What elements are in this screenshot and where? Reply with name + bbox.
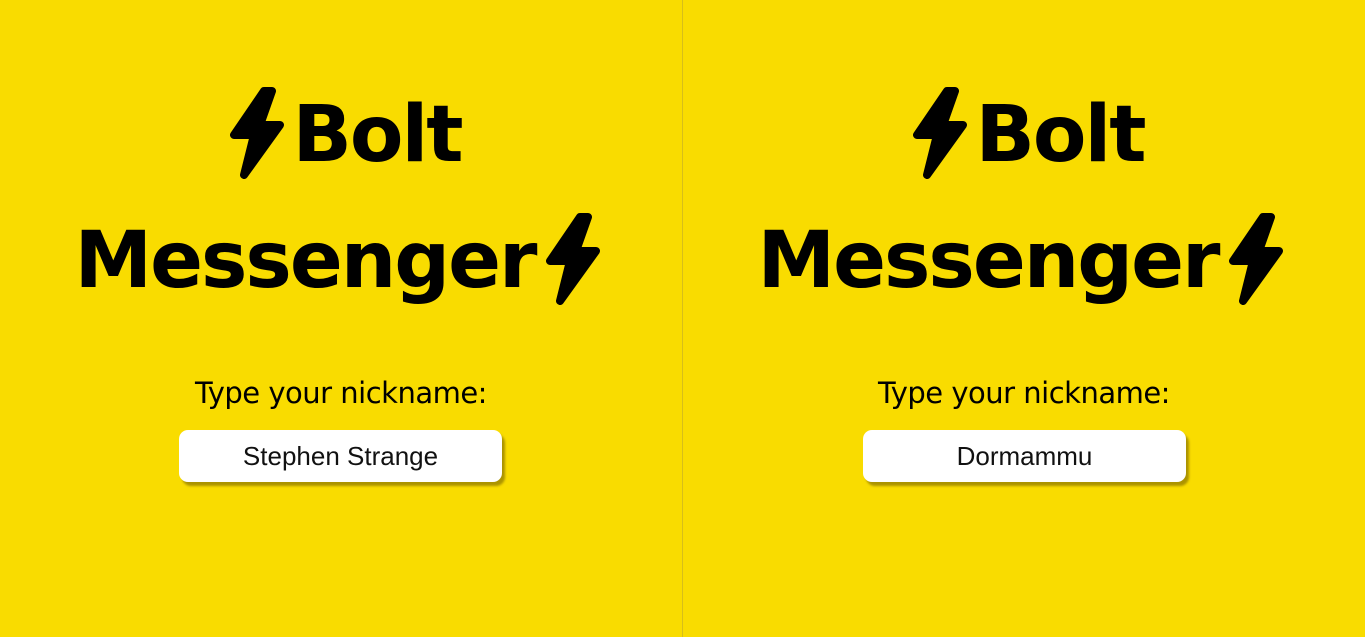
title-word-messenger: Messenger — [74, 216, 537, 306]
title-line-2: Messenger — [0, 198, 682, 324]
app-title: Bolt Messenger — [683, 72, 1365, 324]
lightning-bolt-icon — [540, 213, 604, 305]
title-line-1: Bolt — [683, 72, 1365, 198]
nickname-input[interactable] — [179, 430, 502, 482]
split-view: Bolt Messenger Type your nickname: Bolt … — [0, 0, 1365, 637]
lightning-bolt-icon — [907, 87, 971, 179]
left-pane: Bolt Messenger Type your nickname: — [0, 0, 683, 637]
lightning-bolt-icon — [224, 87, 288, 179]
nickname-label: Type your nickname: — [878, 376, 1170, 410]
nickname-label: Type your nickname: — [195, 376, 487, 410]
title-line-1: Bolt — [0, 72, 682, 198]
lightning-bolt-icon — [1223, 213, 1287, 305]
title-line-2: Messenger — [683, 198, 1365, 324]
app-title: Bolt Messenger — [0, 72, 682, 324]
nickname-input[interactable] — [863, 430, 1186, 482]
title-word-bolt: Bolt — [975, 90, 1146, 180]
right-pane: Bolt Messenger Type your nickname: — [683, 0, 1365, 637]
title-word-messenger: Messenger — [757, 216, 1220, 306]
title-word-bolt: Bolt — [292, 90, 463, 180]
